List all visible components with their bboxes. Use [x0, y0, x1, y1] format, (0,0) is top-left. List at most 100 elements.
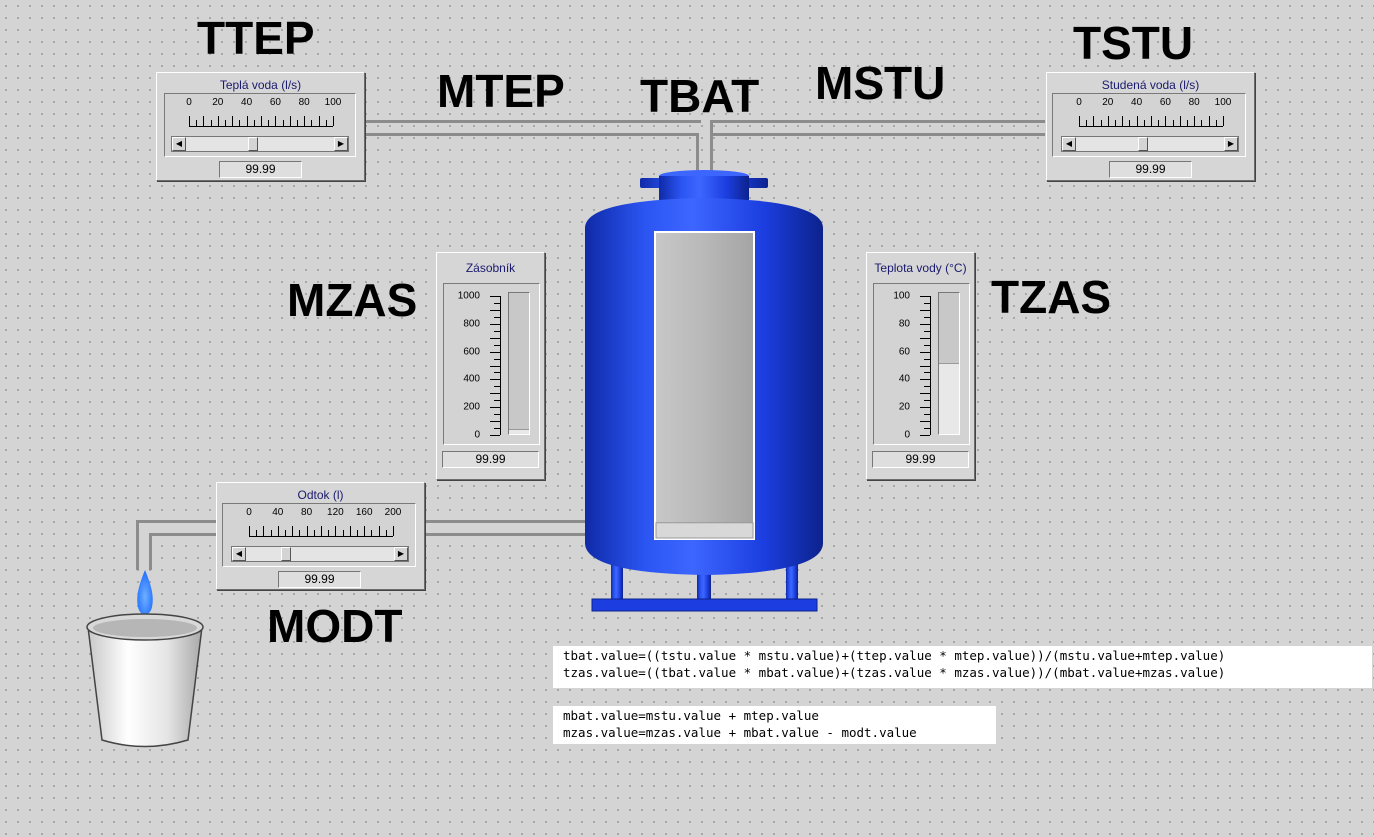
scale-tick: [1093, 116, 1094, 126]
scale-tick: [319, 116, 320, 126]
pipe-junction-down-right: [710, 120, 713, 173]
scale-tick: [1209, 116, 1210, 126]
scale-tick: [924, 372, 930, 373]
scale-tick: [196, 120, 197, 126]
scale-label: 80: [1188, 97, 1200, 108]
scroll-left-icon[interactable]: ◀: [232, 547, 246, 561]
pipe-junction-down-left: [696, 133, 699, 173]
scale-tick: [1151, 116, 1152, 126]
scale-tick: [490, 435, 500, 436]
water-temp-ticks: [916, 296, 931, 436]
scale-label: 600: [463, 346, 480, 358]
bucket-icon: [86, 570, 204, 748]
scale-tick: [920, 352, 930, 353]
scale-tick: [494, 414, 500, 415]
scale-tick: [920, 310, 930, 311]
bucket-body: [87, 626, 203, 748]
bucket-inner: [93, 619, 197, 637]
tank-window: [654, 231, 755, 540]
outflow-scale: 0 40 80 120 160 200: [246, 507, 401, 519]
scale-tick: [920, 421, 930, 422]
scale-tick: [297, 120, 298, 126]
scale-tick: [357, 530, 358, 536]
scale-tick: [218, 116, 219, 126]
scale-label: 0: [246, 507, 252, 518]
scale-tick: [490, 421, 500, 422]
reservoir-value: 99.99: [442, 451, 539, 468]
scale-label: 160: [355, 507, 373, 518]
scale-tick: [263, 526, 264, 536]
reservoir-bar-fill: [509, 428, 529, 434]
hot-water-slider[interactable]: ◀ ▶: [171, 136, 349, 152]
scale-tick: [1201, 120, 1202, 126]
scale-tick: [249, 526, 250, 536]
formula-line: tbat.value=((tstu.value * mstu.value)+(t…: [563, 648, 1226, 663]
scale-tick: [920, 296, 930, 297]
slider-thumb[interactable]: [1138, 137, 1149, 151]
tank-cap-neck: [659, 176, 749, 200]
scroll-right-icon[interactable]: ▶: [394, 547, 408, 561]
scale-tick: [494, 303, 500, 304]
hot-water-value: 99.99: [219, 161, 302, 178]
scale-tick: [490, 338, 500, 339]
scale-tick: [1173, 120, 1174, 126]
scale-tick: [393, 526, 394, 536]
label-tzas: TZAS: [991, 271, 1112, 323]
scroll-left-icon[interactable]: ◀: [172, 137, 186, 151]
scale-tick: [924, 428, 930, 429]
scale-tick: [343, 530, 344, 536]
water-temp-bar-fill: [939, 362, 959, 434]
cold-water-slider[interactable]: ◀ ▶: [1061, 136, 1239, 152]
scale-tick: [490, 324, 500, 325]
scroll-left-icon[interactable]: ◀: [1062, 137, 1076, 151]
slider-thumb[interactable]: [248, 137, 259, 151]
scale-label: 60: [269, 97, 281, 108]
hot-water-scale: 0 20 40 60 80 100: [186, 97, 341, 109]
scroll-right-icon[interactable]: ▶: [334, 137, 348, 151]
scale-tick: [490, 393, 500, 394]
scale-tick: [920, 324, 930, 325]
slider-thumb[interactable]: [280, 547, 291, 561]
scale-tick: [924, 331, 930, 332]
outflow-slider[interactable]: ◀ ▶: [231, 546, 409, 562]
label-modt: MODT: [267, 600, 403, 652]
pipe-bucket-lower: [149, 533, 216, 536]
hot-water-panel: Teplá voda (l/s) 0 20 40 60 80 100 ◀ ▶ 9…: [156, 72, 365, 181]
scale-tick: [304, 116, 305, 126]
scale-tick: [490, 310, 500, 311]
scale-tick: [225, 120, 226, 126]
water-temp-scale: 100 80 60 40 20 0: [874, 291, 910, 441]
scale-tick: [1086, 120, 1087, 126]
scale-tick: [490, 407, 500, 408]
scale-tick: [1115, 120, 1116, 126]
scale-tick: [285, 530, 286, 536]
scale-tick: [1101, 120, 1102, 126]
storage-tank: [585, 170, 823, 612]
pipe-hot-to-junction-lower: [365, 133, 696, 136]
scale-label: 200: [463, 401, 480, 413]
scale-tick: [924, 317, 930, 318]
label-mstu: MSTU: [815, 57, 946, 109]
cold-water-title: Studená voda (l/s): [1101, 78, 1200, 92]
scale-tick: [261, 116, 262, 126]
scale-tick: [247, 116, 248, 126]
scale-tick: [1144, 120, 1145, 126]
scale-tick: [232, 116, 233, 126]
scale-label: 40: [898, 373, 910, 385]
scale-tick: [283, 120, 284, 126]
scroll-right-icon[interactable]: ▶: [1224, 137, 1238, 151]
cold-water-ticks: [1079, 116, 1224, 127]
scale-tick: [271, 530, 272, 536]
scale-tick: [268, 120, 269, 126]
scale-tick: [1122, 116, 1123, 126]
outflow-value: 99.99: [278, 571, 361, 588]
scale-tick: [494, 428, 500, 429]
reservoir-bar: [508, 292, 530, 435]
hot-water-ticks: [189, 116, 334, 127]
scale-tick: [278, 526, 279, 536]
scale-label: 120: [327, 507, 344, 518]
outflow-title: Odtok (l): [297, 488, 344, 502]
scale-tick: [311, 120, 312, 126]
cold-water-value: 99.99: [1109, 161, 1192, 178]
scale-label: 200: [384, 507, 402, 518]
